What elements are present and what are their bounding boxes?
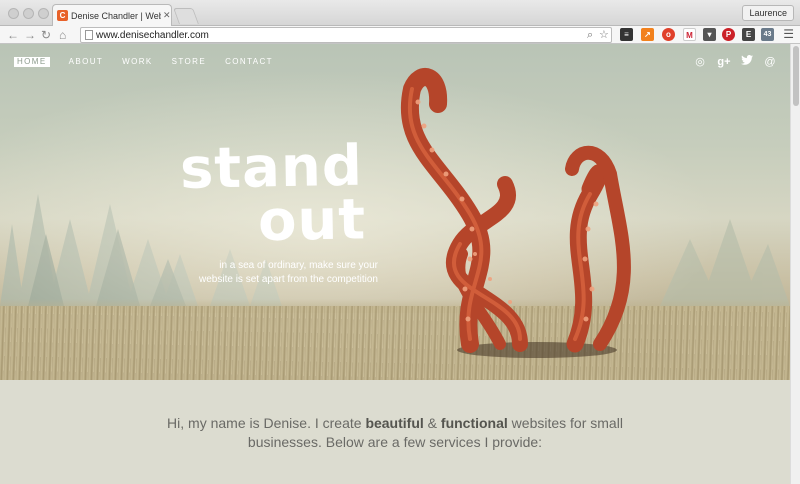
search-icon[interactable]: ⌕ xyxy=(587,28,593,42)
forward-arrow-icon[interactable]: → xyxy=(24,28,36,42)
analytics-extension-icon[interactable]: ↗ xyxy=(641,28,654,41)
minimize-window-button[interactable] xyxy=(23,8,34,19)
site-nav: HOME ABOUT WORK STORE CONTACT xyxy=(14,57,292,67)
tab-close-icon[interactable]: ✕ xyxy=(163,10,171,21)
intro-bold-functional: functional xyxy=(440,415,508,431)
headline-out: out xyxy=(257,187,367,255)
gmail-extension-icon[interactable]: M xyxy=(683,28,696,41)
profile-button[interactable]: Laurence xyxy=(742,5,794,21)
home-icon[interactable]: ⌂ xyxy=(59,28,66,42)
browser-tab[interactable]: C Denise Chandler | Web Desi ✕ xyxy=(52,4,172,26)
nav-work[interactable]: WORK xyxy=(122,57,153,67)
evernote-extension-icon[interactable]: E xyxy=(742,28,755,41)
bookmark-star-icon[interactable]: ☆ xyxy=(599,28,609,42)
nav-store[interactable]: STORE xyxy=(172,57,206,67)
intro-bold-beautiful: beautiful xyxy=(365,415,424,431)
nav-about[interactable]: ABOUT xyxy=(69,57,104,67)
tagline-line2: website is set apart from the competitio… xyxy=(199,274,378,285)
page-viewport: HOME ABOUT WORK STORE CONTACT ◎ g+ @ sta… xyxy=(0,44,800,484)
url-text: www.denisechandler.com xyxy=(96,30,209,41)
twitter-icon[interactable] xyxy=(740,55,754,69)
new-tab-button[interactable] xyxy=(173,8,199,24)
pinterest-extension-icon[interactable]: P xyxy=(722,28,735,41)
hero-section: HOME ABOUT WORK STORE CONTACT ◎ g+ @ sta… xyxy=(0,44,790,380)
intro-text: Hi, my name is Denise. I create beautifu… xyxy=(167,415,623,450)
reload-icon[interactable]: ↻ xyxy=(41,28,51,42)
back-arrow-icon[interactable]: ← xyxy=(7,28,19,42)
favicon-icon: C xyxy=(57,10,68,21)
browser-titlebar: C Denise Chandler | Web Desi ✕ Laurence xyxy=(0,0,800,26)
menu-icon[interactable]: ☰ xyxy=(783,27,794,42)
dribbble-icon[interactable]: ◎ xyxy=(693,55,707,69)
browser-toolbar: ← → ↻ ⌂ www.denisechandler.com ⌕ ☆ ≡ ↗ o… xyxy=(0,26,800,44)
zoom-window-button[interactable] xyxy=(38,8,49,19)
scrollbar-thumb[interactable] xyxy=(793,46,799,106)
pocket-extension-icon[interactable]: ▾ xyxy=(703,28,716,41)
address-bar[interactable]: www.denisechandler.com ⌕ ☆ xyxy=(80,27,612,43)
nav-home[interactable]: HOME xyxy=(14,57,50,67)
tagline: in a sea of ordinary, make sure your web… xyxy=(170,259,378,287)
close-window-button[interactable] xyxy=(8,8,19,19)
counter-extension-icon[interactable]: 43 xyxy=(761,28,774,41)
tagline-line1: in a sea of ordinary, make sure your xyxy=(219,260,378,271)
nav-contact[interactable]: CONTACT xyxy=(225,57,273,67)
google-plus-icon[interactable]: g+ xyxy=(717,55,731,69)
email-at-icon[interactable]: @ xyxy=(763,55,777,69)
opera-extension-icon[interactable]: o xyxy=(662,28,675,41)
tentacles-illustration xyxy=(400,68,631,358)
buffer-extension-icon[interactable]: ≡ xyxy=(620,28,633,41)
page-scrollbar[interactable] xyxy=(790,44,800,484)
tab-title: Denise Chandler | Web Desi xyxy=(71,10,161,21)
intro-section: Hi, my name is Denise. I create beautifu… xyxy=(0,380,790,484)
page-icon xyxy=(85,30,93,40)
